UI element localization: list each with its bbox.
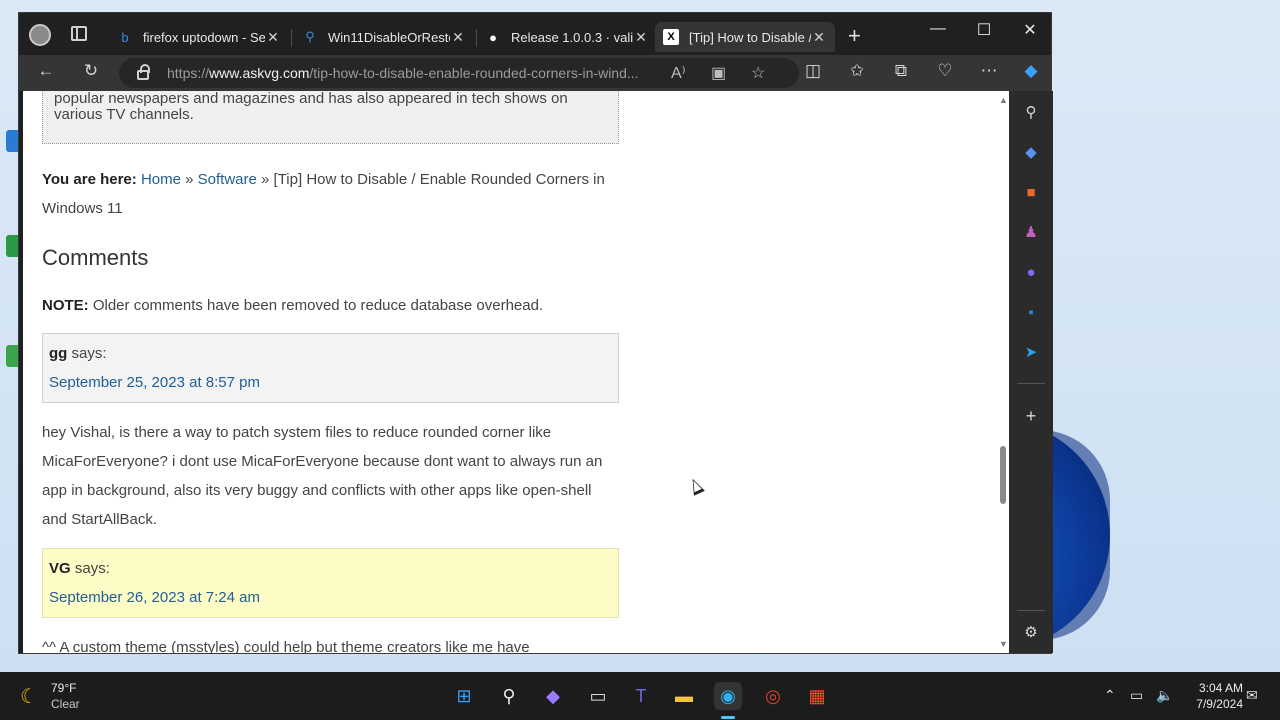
author-bio-text: various TV channels. [54,106,194,123]
copilot-taskbar-icon[interactable]: ◆ [539,682,567,710]
comment-author-line: gg says: [49,339,612,368]
split-screen-icon[interactable]: ◫ [801,61,825,81]
browser-window: b firefox uptodown - Se ✕ ⚲ Win11Disable… [18,12,1053,654]
taskbar: ☾ 79°F Clear ⊞ ⚲ ◆ ▭ T ▬ ◉ ◎ ▦ ⌃ ▭ 🔈 3:0… [0,672,1280,720]
favorite-star-icon[interactable]: ☆ [751,63,765,83]
tab-askvg-article[interactable]: X [Tip] How to Disable / ✕ [655,22,835,52]
comment-text: hey Vishal, is there a way to patch syst… [42,424,603,528]
maximize-button[interactable]: ☐ [961,20,1007,40]
author-comment-meta-box: VG says: September 26, 2023 at 7:24 am [42,548,619,618]
sidebar-send-icon[interactable]: ➤ [1020,341,1042,363]
tab-title: Win11DisableOrResto [328,29,450,45]
close-tab-icon[interactable]: ✕ [633,29,649,46]
scroll-up-arrow-icon[interactable]: ▲ [999,95,1008,105]
teams-icon[interactable]: T [627,682,655,710]
more-options-icon[interactable]: ⋯ [977,61,1001,81]
collections-icon[interactable]: ⧉ [889,61,913,81]
page-scrollbar[interactable]: ▲ ▼ [998,91,1009,653]
scroll-down-arrow-icon[interactable]: ▼ [999,639,1008,649]
comment-author-line: VG says: [49,554,612,583]
read-aloud-icon[interactable]: A⁾ [671,63,686,83]
close-window-button[interactable]: ✕ [1007,20,1053,40]
file-explorer-icon[interactable]: ▬ [670,682,698,710]
comment-date-link[interactable]: September 26, 2023 at 7:24 am [49,583,612,612]
sidebar-shopping-icon[interactable]: ◆ [1020,141,1042,163]
web-page: popular newspapers and magazines and has… [23,91,1009,653]
volume-mute-icon[interactable]: 🔈 [1156,687,1173,704]
bing-icon: b [121,29,129,45]
notification-icon[interactable]: ✉ [1246,687,1258,704]
minimize-button[interactable]: — [915,20,961,38]
comment-author: VG [49,560,71,577]
breadcrumb-label: You are here: [42,171,137,188]
comment-author: gg [49,345,68,362]
tab-title: Release 1.0.0.3 · valin [511,29,633,45]
breadcrumb: You are here: Home » Software » [Tip] Ho… [42,165,619,223]
edge-sidebar: ⚲ ◆ ■ ♟ ● ▪ ➤ + ⚙ [1009,91,1053,653]
immersive-reader-icon[interactable]: ▣ [711,63,726,83]
navigation-toolbar: ← ↻ https://www.askvg.com/tip-how-to-dis… [19,55,1051,91]
author-bio-box: popular newspapers and magazines and has… [42,91,619,144]
sidebar-tools-icon[interactable]: ■ [1020,181,1042,203]
profile-avatar-icon[interactable] [29,24,51,46]
tab-actions-icon[interactable] [71,26,87,41]
tab-github-release[interactable]: ● Release 1.0.0.3 · valin ✕ [477,22,657,52]
tab-bing-search[interactable]: b firefox uptodown - Se ✕ [109,22,289,52]
comment-meta-box: gg says: September 25, 2023 at 8:57 pm [42,333,619,403]
clock-date: 7/9/2024 [1196,697,1243,711]
close-tab-icon[interactable]: ✕ [811,29,827,46]
weather-moon-icon[interactable]: ☾ [20,684,38,709]
tab-search-results[interactable]: ⚲ Win11DisableOrResto ✕ [294,22,474,52]
breadcrumb-software-link[interactable]: Software [198,171,257,188]
note-label: NOTE: [42,297,89,314]
task-view-icon[interactable]: ▭ [584,682,612,710]
copilot-icon[interactable]: ◆ [1019,61,1043,81]
sidebar-copilot-icon[interactable]: ● [1020,261,1042,283]
tab-title: firefox uptodown - Se [143,29,265,45]
comments-heading: Comments [42,245,149,270]
start-windows-icon[interactable]: ⊞ [450,682,478,710]
address-bar[interactable]: https://www.askvg.com/tip-how-to-disable… [119,58,799,88]
show-hidden-icons-icon[interactable]: ⌃ [1104,687,1116,704]
comments-note: NOTE: Older comments have been removed t… [42,291,543,320]
microsoft-store-icon[interactable]: ▦ [803,682,831,710]
favorites-icon[interactable]: ✩ [845,61,869,81]
scrollbar-thumb[interactable] [1000,446,1006,504]
refresh-icon[interactable]: ↻ [79,61,103,81]
comment-date-link[interactable]: September 25, 2023 at 8:57 pm [49,368,612,397]
browser-essentials-icon[interactable]: ♡ [933,61,957,81]
sidebar-games-icon[interactable]: ♟ [1020,221,1042,243]
sidebar-add-icon[interactable]: + [1020,405,1042,427]
askvg-icon: X [663,29,679,45]
sidebar-settings-icon[interactable]: ⚙ [1020,621,1042,643]
comment-says: says: [74,560,110,577]
back-arrow-icon[interactable]: ← [34,61,58,81]
tab-title: [Tip] How to Disable / [689,29,811,45]
close-tab-icon[interactable]: ✕ [450,29,466,46]
comment-text: ^^ A custom theme (msstyles) could help … [42,639,530,653]
active-app-indicator [721,716,735,719]
comment-says: says: [71,345,107,362]
lock-icon[interactable] [137,64,150,80]
clock-time: 3:04 AM [1198,681,1243,695]
note-text: Older comments have been removed to redu… [92,297,544,314]
chrome-icon[interactable]: ◎ [759,682,787,710]
close-tab-icon[interactable]: ✕ [265,29,281,46]
url-text[interactable]: https://www.askvg.com/tip-how-to-disable… [167,65,657,81]
network-icon[interactable]: ▭ [1130,687,1143,704]
new-tab-button[interactable]: + [848,23,861,49]
breadcrumb-separator: » [185,171,194,188]
search-icon: ⚲ [305,29,315,44]
sidebar-search-icon[interactable]: ⚲ [1020,101,1042,123]
weather-condition[interactable]: Clear [51,697,80,711]
github-icon: ● [489,29,497,45]
edge-taskbar-icon[interactable]: ◉ [714,682,742,710]
taskbar-clock[interactable]: 3:04 AM 7/9/2024 [1183,680,1243,712]
sidebar-outlook-icon[interactable]: ▪ [1020,301,1042,323]
tab-bar: b firefox uptodown - Se ✕ ⚲ Win11Disable… [19,13,1051,55]
breadcrumb-home-link[interactable]: Home [141,171,181,188]
taskbar-search-icon[interactable]: ⚲ [495,682,523,710]
breadcrumb-separator: » [261,171,270,188]
weather-temperature[interactable]: 79°F [51,681,76,695]
